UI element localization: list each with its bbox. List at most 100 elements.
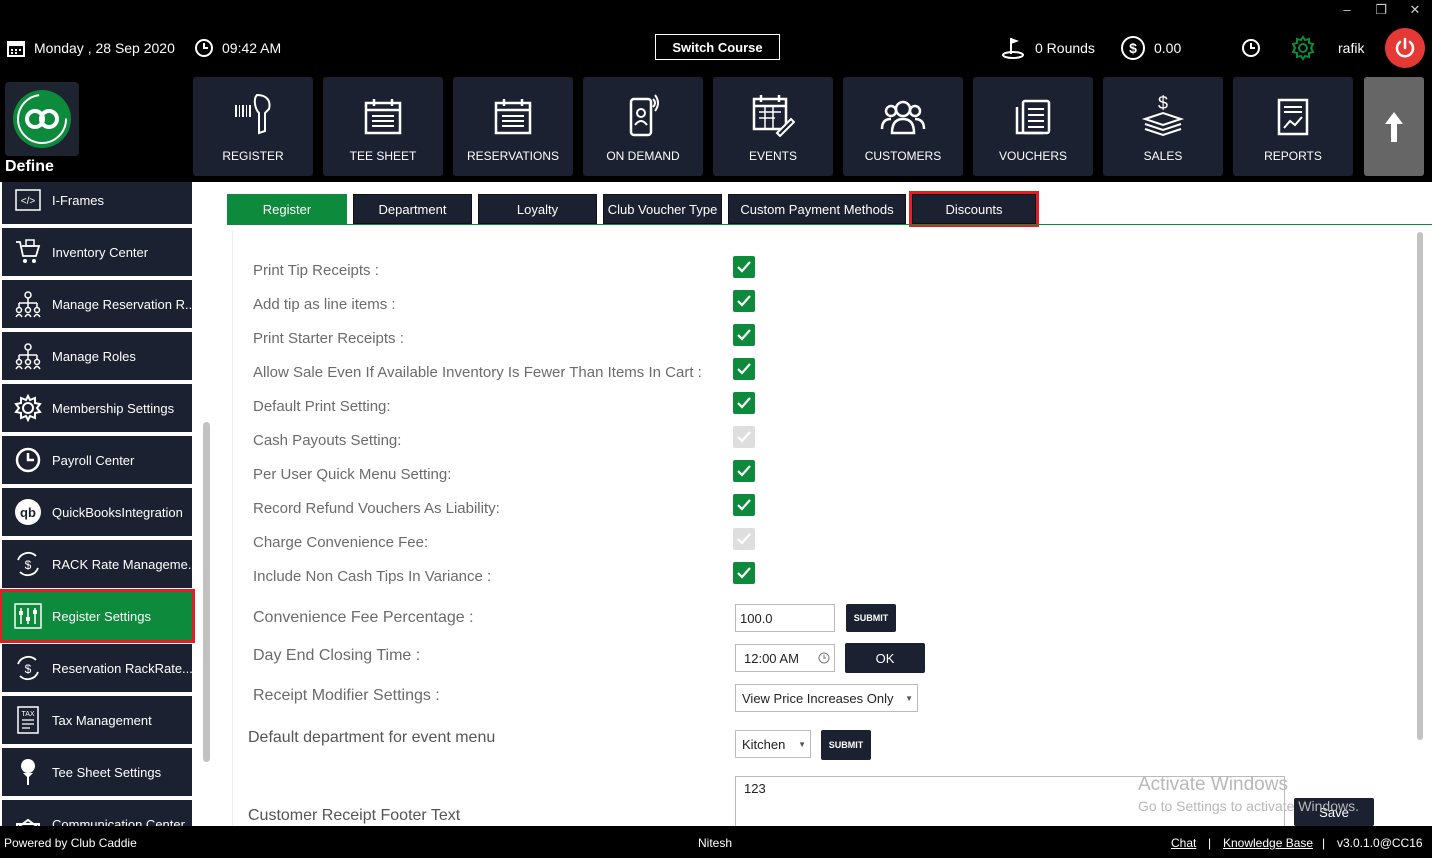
setting-row: Charge Convenience Fee: <box>253 530 428 554</box>
sidebar-item-label: Inventory Center <box>52 244 149 260</box>
settings-tabs: Register Department Loyalty Club Voucher… <box>227 191 1039 227</box>
checkbox-non-cash-tips-variance[interactable] <box>733 562 755 584</box>
tab-register[interactable]: Register <box>227 194 347 224</box>
event-dept-submit-button[interactable]: SUBMIT <box>821 730 871 760</box>
checkbox-allow-sale-inventory[interactable] <box>733 358 755 380</box>
report-chart-icon <box>1277 98 1309 136</box>
footer-text-row: Customer Receipt Footer Text <box>248 804 460 828</box>
content-scrollbar[interactable] <box>1417 232 1423 740</box>
user-name[interactable]: rafik <box>1338 28 1364 68</box>
money-stack-icon: $ <box>1141 93 1185 137</box>
nav-events[interactable]: EVENTS <box>713 77 833 176</box>
checkbox-default-print[interactable] <box>733 392 755 414</box>
sidebar-item-inventory-center[interactable]: Inventory Center <box>2 228 192 276</box>
receipt-modifier-select[interactable]: View Price Increases Only ▼ <box>735 684 918 712</box>
sidebar-item-communication-center[interactable]: Communication Center <box>2 800 192 826</box>
sidebar-scrollbar[interactable] <box>203 422 210 762</box>
convenience-fee-input[interactable]: 100.0 <box>735 604 835 632</box>
sidebar-item-label: Membership Settings <box>52 400 175 416</box>
nav-on-demand[interactable]: ON DEMAND <box>583 77 703 176</box>
checkbox-print-starter-receipts[interactable] <box>733 324 755 346</box>
day-end-ok-button[interactable]: OK <box>845 643 925 673</box>
tab-custom-payment-methods[interactable]: Custom Payment Methods <box>728 194 906 224</box>
dollar-icon: $ <box>1121 36 1145 60</box>
check-icon <box>737 261 751 273</box>
money-cycle-icon: $ <box>14 550 42 578</box>
barcode-scanner-icon <box>235 93 271 135</box>
tab-loyalty[interactable]: Loyalty <box>478 194 597 224</box>
sidebar-item-rack-rate[interactable]: $ RACK Rate Manageme... <box>2 540 192 588</box>
sidebar-item-tax-management[interactable]: TAX Tax Management <box>2 696 192 744</box>
sliders-icon <box>14 602 42 630</box>
nav-reports[interactable]: REPORTS <box>1233 77 1353 176</box>
sidebar-item-manage-reservation[interactable]: Manage Reservation R... <box>2 280 192 328</box>
clock-icon <box>14 446 42 474</box>
sidebar-item-payroll-center[interactable]: Payroll Center <box>2 436 192 484</box>
event-dept-label: Default department for event menu <box>248 729 496 746</box>
setting-label: Charge Convenience Fee: <box>253 533 429 551</box>
message-icon <box>14 810 42 826</box>
receipt-modifier-label: Receipt Modifier Settings : <box>253 687 440 704</box>
switch-course-button[interactable]: Switch Course <box>655 34 780 60</box>
tab-label: Loyalty <box>516 201 559 217</box>
sidebar-item-reservation-rackrate[interactable]: $ Reservation RackRate... <box>2 644 192 692</box>
nav-reservations[interactable]: RESERVATIONS <box>453 77 573 176</box>
power-button[interactable] <box>1385 28 1425 68</box>
scroll-up-button[interactable] <box>1364 77 1424 176</box>
tab-discounts[interactable]: Discounts <box>909 191 1039 227</box>
tab-department[interactable]: Department <box>353 194 472 224</box>
checkbox-charge-convenience-fee[interactable] <box>733 528 755 550</box>
convenience-fee-label: Convenience Fee Percentage : <box>253 609 474 626</box>
window-controls: – ❐ ✕ <box>1330 0 1432 22</box>
day-end-time-input[interactable]: 12:00 AM <box>735 644 835 672</box>
activate-windows-subtitle: Go to Settings to activate Windows. <box>1138 798 1359 814</box>
settings-button[interactable] <box>1290 28 1316 68</box>
close-icon[interactable]: ✕ <box>1398 0 1432 22</box>
check-icon <box>737 397 751 409</box>
receipt-modifier-value: View Price Increases Only <box>742 690 894 706</box>
check-icon <box>737 295 751 307</box>
checkbox-add-tip-line-items[interactable] <box>733 290 755 312</box>
event-dept-select[interactable]: Kitchen ▼ <box>735 730 811 758</box>
time-display: 09:42 AM <box>194 28 281 68</box>
checkbox-cash-payouts[interactable] <box>733 426 755 448</box>
check-icon <box>737 465 751 477</box>
setting-row: Cash Payouts Setting: <box>253 428 401 452</box>
checkbox-refund-vouchers-liability[interactable] <box>733 494 755 516</box>
nav-sales[interactable]: $ SALES <box>1103 77 1223 176</box>
svg-text:$: $ <box>25 662 32 676</box>
club-caddie-logo[interactable] <box>5 82 79 156</box>
convenience-fee-submit-button[interactable]: SUBMIT <box>846 604 896 632</box>
svg-text:TAX: TAX <box>21 711 34 718</box>
checkbox-print-tip-receipts[interactable] <box>733 256 755 278</box>
register-settings-panel: Print Tip Receipts : Add tip as line ite… <box>232 230 1418 832</box>
sidebar-item-manage-roles[interactable]: Manage Roles <box>2 332 192 380</box>
check-icon <box>737 431 751 443</box>
sidebar-item-membership-settings[interactable]: Membership Settings <box>2 384 192 432</box>
restore-icon[interactable]: ❐ <box>1364 0 1398 22</box>
nav-register[interactable]: REGISTER <box>193 77 313 176</box>
history-button[interactable] <box>1240 28 1262 68</box>
nav-customers[interactable]: CUSTOMERS <box>843 77 963 176</box>
nav-tee-sheet[interactable]: TEE SHEET <box>323 77 443 176</box>
minimize-icon[interactable]: – <box>1330 0 1364 22</box>
sidebar-item-quickbooks[interactable]: qb QuickBooksIntegration <box>2 488 192 536</box>
chat-link[interactable]: Chat <box>1171 836 1196 850</box>
sidebar-item-tee-sheet-settings[interactable]: Tee Sheet Settings <box>2 748 192 796</box>
nav-vouchers[interactable]: VOUCHERS <box>973 77 1093 176</box>
setting-label: Cash Payouts Setting: <box>253 431 402 449</box>
ok-label: OK <box>875 650 895 666</box>
calendar-list-icon <box>494 99 532 135</box>
arrow-up-icon <box>1385 111 1403 142</box>
sidebar-item-register-settings[interactable]: Register Settings <box>0 589 195 643</box>
nav-on-demand-label: ON DEMAND <box>606 149 680 163</box>
tab-club-voucher-type[interactable]: Club Voucher Type <box>603 194 722 224</box>
sidebar-item-label: Register Settings <box>52 608 151 624</box>
golf-tee-icon <box>14 758 42 786</box>
nav-register-label: REGISTER <box>222 149 284 163</box>
tab-label: Club Voucher Type <box>607 201 718 217</box>
checkbox-per-user-quick-menu[interactable] <box>733 460 755 482</box>
knowledge-base-link[interactable]: Knowledge Base <box>1223 836 1313 850</box>
powered-by-text: Powered by Club Caddie <box>4 836 137 850</box>
sidebar-item-i-frames[interactable]: </> I-Frames <box>2 182 192 224</box>
